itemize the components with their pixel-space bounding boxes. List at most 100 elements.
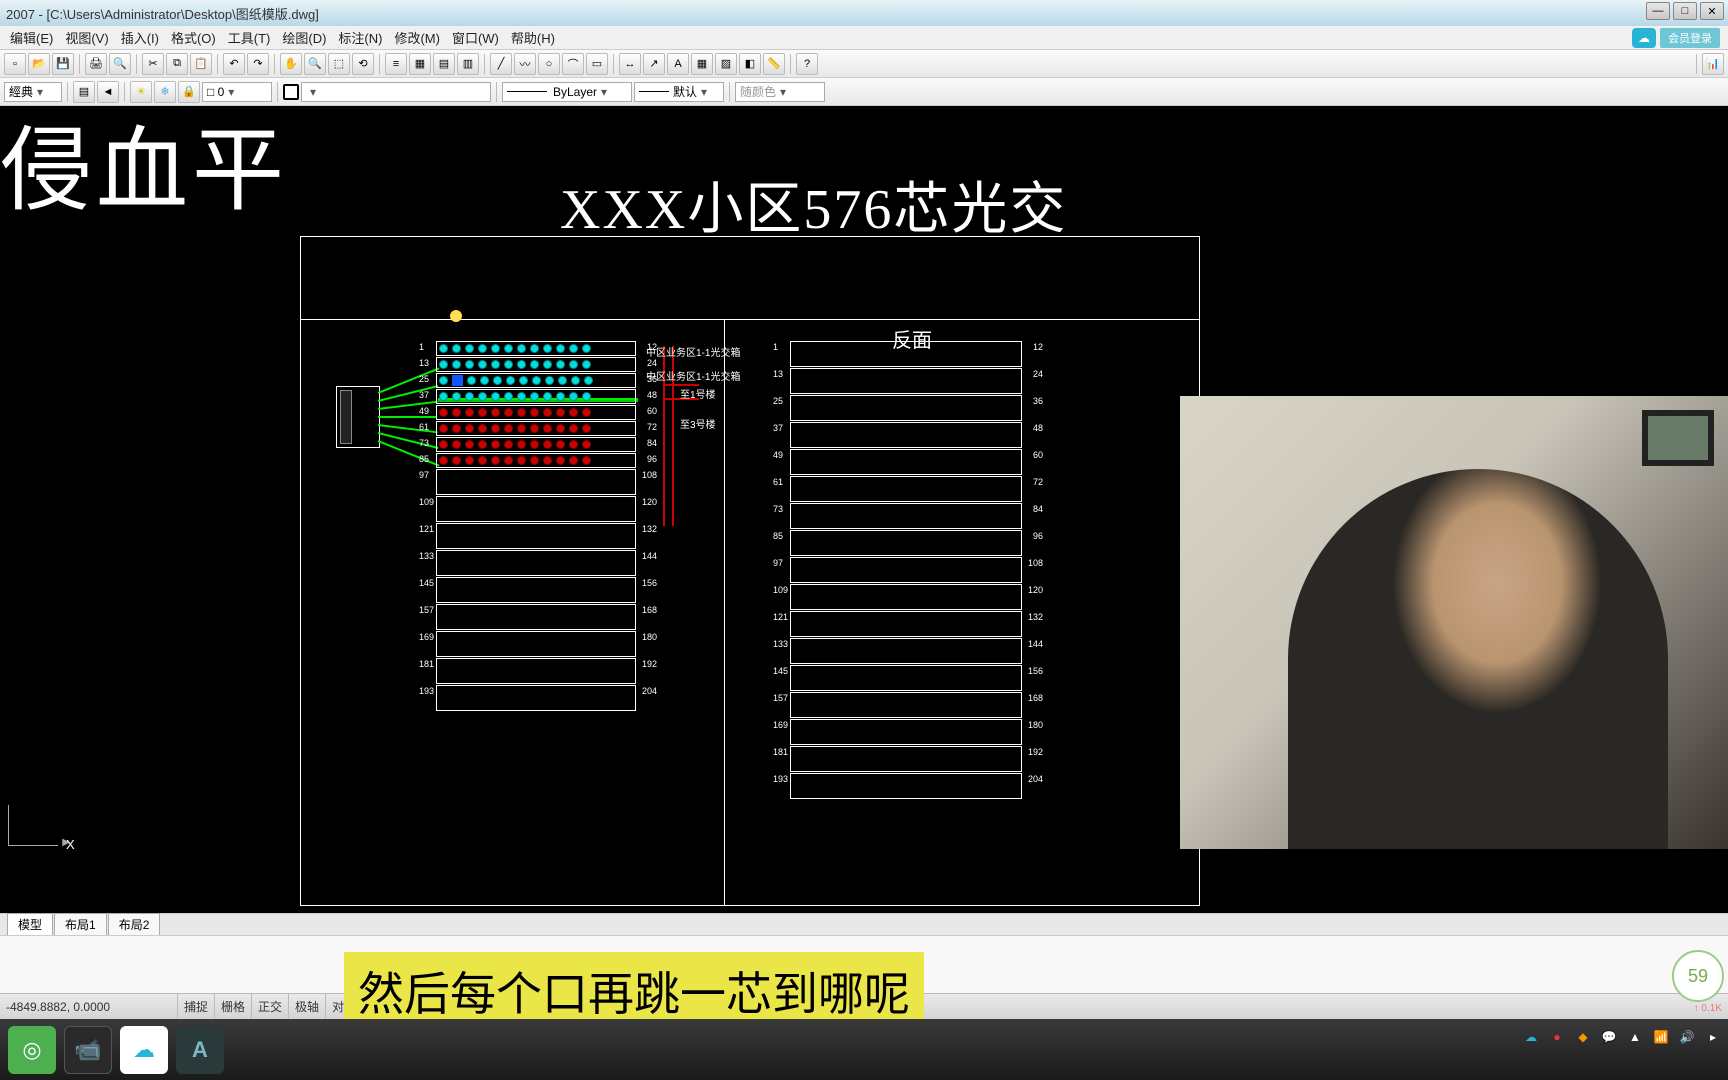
chart-icon[interactable]: 📊 xyxy=(1702,53,1724,75)
menu-bar: 编辑(E) 视图(V) 插入(I) 格式(O) 工具(T) 绘图(D) 标注(N… xyxy=(0,26,1728,50)
frame-outer xyxy=(300,236,1200,906)
port-row: 97108 xyxy=(436,469,636,495)
tray-shield-icon[interactable]: ◆ xyxy=(1574,1028,1592,1046)
side-label-3: 至1号楼 xyxy=(680,386,716,401)
design-center-icon[interactable]: ▦ xyxy=(409,53,431,75)
port-row: 109120 xyxy=(790,584,1022,610)
tray-rec-icon[interactable]: ● xyxy=(1548,1028,1566,1046)
port-row: 133144 xyxy=(436,550,636,576)
menu-edit[interactable]: 编辑(E) xyxy=(4,28,59,47)
port-row: 8596 xyxy=(790,530,1022,556)
port-row: 169180 xyxy=(790,719,1022,745)
print-icon[interactable]: 🖨 xyxy=(85,53,107,75)
hatch-icon[interactable]: ▨ xyxy=(715,53,737,75)
help-icon[interactable]: ? xyxy=(796,53,818,75)
snap-toggle[interactable]: 捕捉 xyxy=(178,994,215,1019)
paste-icon[interactable]: 📋 xyxy=(190,53,212,75)
zoom-window-icon[interactable]: ⬚ xyxy=(328,53,350,75)
ortho-toggle[interactable]: 正交 xyxy=(252,994,289,1019)
port-row: 4960 xyxy=(790,449,1022,475)
port-row: 193204 xyxy=(790,773,1022,799)
linetype-combo[interactable]: ByLayer xyxy=(502,82,632,102)
tab-model[interactable]: 模型 xyxy=(7,913,53,936)
redo-icon[interactable]: ↷ xyxy=(247,53,269,75)
zoom-prev-icon[interactable]: ⟲ xyxy=(352,53,374,75)
preview-icon[interactable]: 🔍 xyxy=(109,53,131,75)
port-row: 3748 xyxy=(436,389,636,404)
port-row: 112 xyxy=(436,341,636,356)
color-combo[interactable] xyxy=(301,82,491,102)
grid-toggle[interactable]: 栅格 xyxy=(215,994,252,1019)
tab-layout1[interactable]: 布局1 xyxy=(54,913,107,936)
line-icon[interactable]: ╱ xyxy=(490,53,512,75)
port-row: 145156 xyxy=(436,577,636,603)
lineweight-combo[interactable]: 默认 xyxy=(634,82,724,102)
webcam-person xyxy=(1288,469,1668,849)
tab-layout2[interactable]: 布局2 xyxy=(108,913,161,936)
tray-up-icon[interactable]: ▲ xyxy=(1626,1028,1644,1046)
dim-linear-icon[interactable]: ↔ xyxy=(619,53,641,75)
new-icon[interactable]: ▫ xyxy=(4,53,26,75)
large-text-overlay: 侵血平 xyxy=(0,96,288,229)
text-icon[interactable]: A xyxy=(667,53,689,75)
arc-icon[interactable]: ⌒ xyxy=(562,53,584,75)
task-cloud-icon[interactable]: ☁ xyxy=(120,1026,168,1074)
menu-help[interactable]: 帮助(H) xyxy=(505,28,561,47)
port-row: 181192 xyxy=(790,746,1022,772)
standard-toolbar: ▫ 📂 💾 🖨 🔍 ✂ ⧉ 📋 ↶ ↷ ✋ 🔍 ⬚ ⟲ ≡ ▦ ▤ ▥ ╱ 〰 … xyxy=(0,50,1728,78)
port-row: 157168 xyxy=(790,692,1022,718)
rect-icon[interactable]: ▭ xyxy=(586,53,608,75)
bulb-icon xyxy=(448,310,464,330)
dim-align-icon[interactable]: ↗ xyxy=(643,53,665,75)
menu-dimension[interactable]: 标注(N) xyxy=(332,28,388,47)
copy-icon[interactable]: ⧉ xyxy=(166,53,188,75)
menu-tools[interactable]: 工具(T) xyxy=(222,28,277,47)
taskbar: ◎ 📹 ☁ A xyxy=(0,1019,1728,1080)
tray-cloud-icon[interactable]: ☁ xyxy=(1522,1028,1540,1046)
port-row: 8596 xyxy=(436,453,636,468)
speed-sub: ↑ 0.1K xyxy=(1694,1003,1722,1014)
port-row: 169180 xyxy=(436,631,636,657)
tray-expand-icon[interactable]: ▸ xyxy=(1704,1028,1722,1046)
tray-vol-icon[interactable]: 🔊 xyxy=(1678,1028,1696,1046)
cloud-label: 会员登录 xyxy=(1660,28,1720,48)
pan-icon[interactable]: ✋ xyxy=(280,53,302,75)
port-row: 4960 xyxy=(436,405,636,420)
zoom-icon[interactable]: 🔍 xyxy=(304,53,326,75)
table-icon[interactable]: ▦ xyxy=(691,53,713,75)
menu-view[interactable]: 视图(V) xyxy=(59,28,114,47)
block-icon[interactable]: ◧ xyxy=(739,53,761,75)
close-button[interactable]: ✕ xyxy=(1700,2,1724,20)
open-icon[interactable]: 📂 xyxy=(28,53,50,75)
sheet-set-icon[interactable]: ▥ xyxy=(457,53,479,75)
menu-modify[interactable]: 修改(M) xyxy=(388,28,446,47)
port-row: 133144 xyxy=(790,638,1022,664)
minimize-button[interactable]: — xyxy=(1646,2,1670,20)
side-label-2: 中区业务区1-1光交箱 xyxy=(646,368,740,383)
menu-format[interactable]: 格式(O) xyxy=(165,28,222,47)
cut-icon[interactable]: ✂ xyxy=(142,53,164,75)
polyline-icon[interactable]: 〰 xyxy=(514,53,536,75)
task-recorder-icon[interactable]: 📹 xyxy=(64,1026,112,1074)
maximize-button[interactable]: □ xyxy=(1673,2,1697,20)
port-row: 145156 xyxy=(790,665,1022,691)
menu-insert[interactable]: 插入(I) xyxy=(115,28,165,47)
polar-toggle[interactable]: 极轴 xyxy=(289,994,326,1019)
port-row: 3748 xyxy=(790,422,1022,448)
circle-icon[interactable]: ○ xyxy=(538,53,560,75)
measure-icon[interactable]: 📏 xyxy=(763,53,785,75)
cloud-badge[interactable]: ☁ 会员登录 xyxy=(1632,28,1720,48)
undo-icon[interactable]: ↶ xyxy=(223,53,245,75)
save-icon[interactable]: 💾 xyxy=(52,53,74,75)
plot-style-combo[interactable]: 随颜色 xyxy=(735,82,825,102)
tray-net-icon[interactable]: 📶 xyxy=(1652,1028,1670,1046)
task-app-1[interactable]: ◎ xyxy=(8,1026,56,1074)
back-port-panel: 1121324253637484960617273848596971081091… xyxy=(790,341,1022,800)
properties-icon[interactable]: ≡ xyxy=(385,53,407,75)
task-autocad-icon[interactable]: A xyxy=(176,1026,224,1074)
tool-palette-icon[interactable]: ▤ xyxy=(433,53,455,75)
drawing-title: XXX小区576芯光交 xyxy=(560,164,1067,245)
tray-chat-icon[interactable]: 💬 xyxy=(1600,1028,1618,1046)
menu-window[interactable]: 窗口(W) xyxy=(446,28,505,47)
menu-draw[interactable]: 绘图(D) xyxy=(276,28,332,47)
